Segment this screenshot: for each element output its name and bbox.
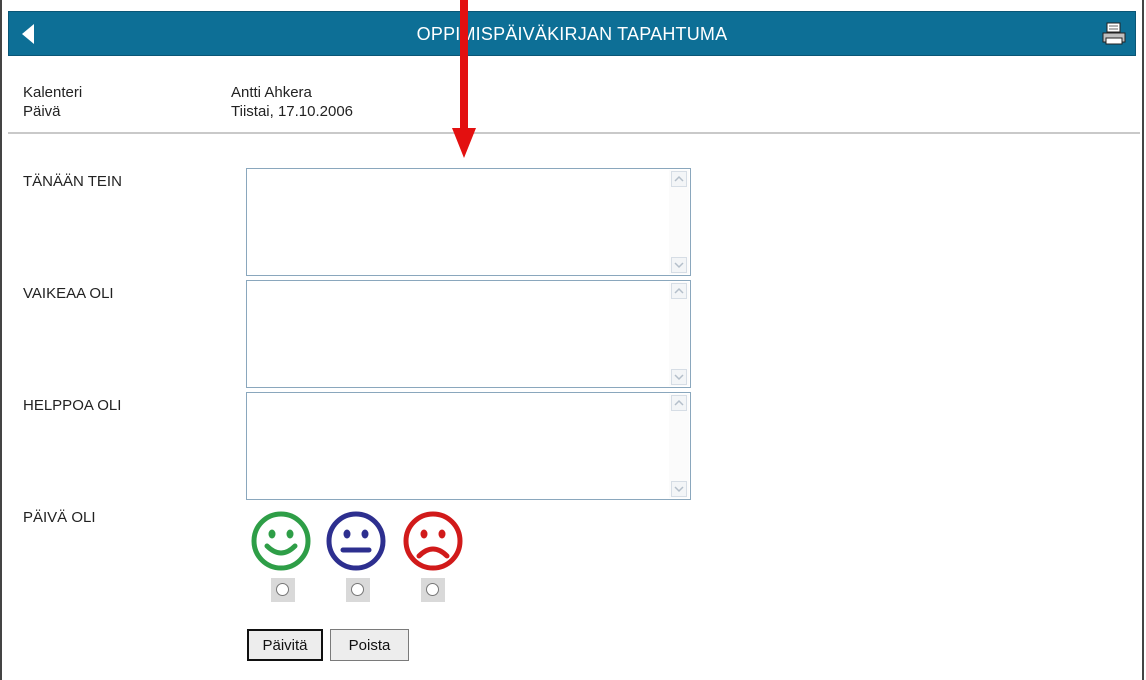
did-today-input[interactable] [247, 169, 667, 275]
update-button[interactable]: Päivitä [247, 629, 323, 661]
chevron-up-icon [674, 287, 684, 294]
mood-sad-radio-box [421, 578, 445, 602]
day-was-label: PÄIVÄ OLI [23, 509, 96, 526]
page-title: OPPIMISPÄIVÄKIRJAN TAPAHTUMA [416, 24, 728, 44]
day-label: Päivä [23, 103, 61, 120]
was-difficult-label: VAIKEAA OLI [23, 285, 114, 302]
calendar-label: Kalenteri [23, 84, 83, 101]
was-difficult-input[interactable] [247, 281, 667, 387]
mood-happy-radio-box [271, 578, 295, 602]
scroll-up-button[interactable] [671, 395, 687, 411]
mood-happy-radio[interactable] [276, 583, 289, 596]
scroll-down-button[interactable] [671, 257, 687, 273]
did-today-scrollbar[interactable] [669, 170, 689, 274]
title-bar: OPPIMISPÄIVÄKIRJAN TAPAHTUMA [8, 11, 1136, 56]
was-easy-scrollbar[interactable] [669, 394, 689, 498]
neutral-face-icon [326, 511, 386, 571]
happy-face-icon [251, 511, 311, 571]
did-today-label: TÄNÄÄN TEIN [23, 173, 122, 190]
chevron-down-icon [674, 374, 684, 381]
was-easy-input[interactable] [247, 393, 667, 499]
mood-neutral-radio[interactable] [351, 583, 364, 596]
day-value: Tiistai, 17.10.2006 [231, 103, 354, 120]
scroll-down-button[interactable] [671, 369, 687, 385]
scroll-up-button[interactable] [671, 283, 687, 299]
mood-neutral-radio-box [346, 578, 370, 602]
delete-button[interactable]: Poista [330, 629, 409, 661]
was-difficult-textarea-box [246, 280, 691, 388]
calendar-value: Antti Ahkera [231, 84, 312, 101]
was-difficult-scrollbar[interactable] [669, 282, 689, 386]
chevron-up-icon [674, 175, 684, 182]
chevron-down-icon [674, 486, 684, 493]
back-arrow-icon[interactable] [19, 23, 39, 45]
scroll-up-button[interactable] [671, 171, 687, 187]
was-easy-label: HELPPOA OLI [23, 397, 122, 414]
scroll-down-button[interactable] [671, 481, 687, 497]
printer-icon[interactable] [1101, 22, 1127, 46]
did-today-textarea-box [246, 168, 691, 276]
mood-sad-radio[interactable] [426, 583, 439, 596]
sad-face-icon [403, 511, 463, 571]
section-divider [8, 132, 1140, 134]
chevron-up-icon [674, 399, 684, 406]
chevron-down-icon [674, 262, 684, 269]
was-easy-textarea-box [246, 392, 691, 500]
